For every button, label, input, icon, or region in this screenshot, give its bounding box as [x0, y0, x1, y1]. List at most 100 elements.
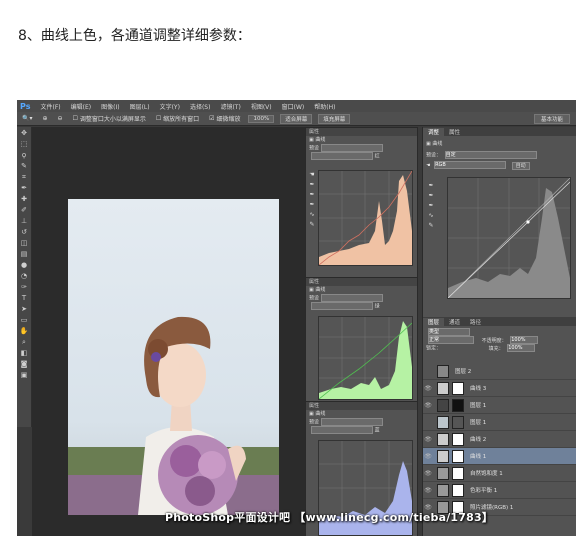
channel-select[interactable] [311, 152, 373, 160]
menu-file[interactable]: 文件(F) [35, 102, 65, 111]
curves-window-title-blue: 属性 [306, 402, 417, 410]
main-curve-tools: ✒ ✒ ✒ ∿ ✎ [427, 181, 435, 231]
visibility-eye-icon[interactable]: 👁 [423, 402, 433, 409]
layer-row[interactable]: 👁 曲线 3 [423, 380, 576, 397]
history-brush-icon[interactable]: ↺ [19, 228, 29, 237]
quick-mask-icon[interactable]: ◙ [19, 360, 29, 369]
quick-select-tool-icon[interactable]: ✎ [19, 162, 29, 171]
eyedropper-white-icon[interactable]: ✒ [308, 200, 316, 210]
layer-row[interactable]: 图层 2 [423, 363, 576, 380]
curve-graph-rgb[interactable] [447, 177, 571, 299]
menu-layer[interactable]: 图层(L) [125, 102, 155, 111]
layer-row-selected[interactable]: 👁 曲线 1 [423, 448, 576, 465]
curve-point-main-icon[interactable]: ∿ [427, 211, 435, 221]
channel-select-green[interactable] [311, 302, 373, 310]
opacity-input[interactable]: 100% [510, 336, 539, 344]
menu-image[interactable]: 图像(I) [96, 102, 124, 111]
menu-edit[interactable]: 编辑(E) [66, 102, 96, 111]
layer-name: 曲线 2 [470, 437, 487, 443]
document-canvas[interactable] [32, 127, 305, 536]
eraser-tool-icon[interactable]: ◫ [19, 239, 29, 248]
layer-thumbnail [437, 432, 449, 446]
layer-row[interactable]: 👁 图层 1 [423, 397, 576, 414]
preset-select[interactable] [321, 144, 384, 152]
visibility-eye-icon[interactable]: 👁 [423, 385, 433, 392]
menu-help[interactable]: 帮助(H) [309, 102, 340, 111]
move-tool-icon[interactable]: ✥ [19, 129, 29, 138]
curve-tools: ☚ ✒ ✒ ✒ ∿ ✎ [308, 170, 316, 230]
menu-view[interactable]: 视图(V) [246, 102, 277, 111]
layer-row[interactable]: 👁 曲线 2 [423, 431, 576, 448]
preset-select-green[interactable] [321, 294, 384, 302]
visibility-eye-icon[interactable]: 👁 [423, 436, 433, 443]
tab-paths[interactable]: 路径 [465, 318, 486, 326]
zoom-100-button[interactable]: 100% [248, 114, 275, 123]
visibility-eye-icon[interactable]: 👁 [423, 487, 433, 494]
preset-label-main: 预设： [426, 152, 442, 159]
layer-row[interactable]: 👁 自然饱和度 1 [423, 465, 576, 482]
tab-channels[interactable]: 通道 [444, 318, 465, 326]
dodge-tool-icon[interactable]: ◔ [19, 272, 29, 281]
layer-row[interactable]: 图层 1 [423, 414, 576, 431]
type-tool-icon[interactable]: T [19, 294, 29, 303]
pencil-main-icon[interactable]: ✎ [427, 221, 435, 231]
scrubby-zoom-checkbox[interactable]: ☑ 细微缩放 [204, 114, 245, 123]
curve-graph-green[interactable] [318, 316, 413, 400]
path-select-icon[interactable]: ➤ [19, 305, 29, 314]
layer-row[interactable]: 👁 色彩平衡 1 [423, 482, 576, 499]
visibility-eye-icon[interactable]: 👁 [423, 470, 433, 477]
tab-adjustments[interactable]: 调整 [423, 127, 445, 136]
shape-tool-icon[interactable]: ▭ [19, 316, 29, 325]
layer-thumbnail [437, 381, 449, 395]
hand-adjust-main-icon[interactable]: ☚ [426, 163, 430, 169]
zoom-tool-icon[interactable]: ⌕ [19, 338, 29, 347]
eyedropper-black-main-icon[interactable]: ✒ [427, 181, 435, 191]
resize-windows-checkbox[interactable]: ☐ 调整窗口大小以满屏显示 [68, 114, 151, 123]
channel-select-blue[interactable] [311, 426, 373, 434]
blur-tool-icon[interactable]: ● [19, 261, 29, 270]
pencil-icon[interactable]: ✎ [308, 220, 316, 230]
color-swatch-icon[interactable]: ◧ [19, 349, 29, 358]
fill-screen-button[interactable]: 填充屏幕 [318, 113, 351, 124]
menu-select[interactable]: 选择(S) [185, 102, 216, 111]
brush-tool-icon[interactable]: ✐ [19, 206, 29, 215]
pen-tool-icon[interactable]: ✑ [19, 283, 29, 292]
zoom-out-icon[interactable]: ⊖ [53, 115, 68, 122]
tab-properties[interactable]: 属性 [444, 128, 465, 136]
menu-type[interactable]: 文字(Y) [155, 102, 185, 111]
fill-input[interactable]: 100% [507, 344, 536, 352]
eyedropper-black-icon[interactable]: ✒ [308, 180, 316, 190]
auto-button[interactable]: 自动 [511, 161, 530, 170]
layer-kind-select[interactable]: 类型 [428, 328, 470, 336]
eyedropper-tool-icon[interactable]: ✒ [19, 184, 29, 193]
healing-tool-icon[interactable]: ✚ [19, 195, 29, 204]
hand-tool-icon[interactable]: ✋ [19, 327, 29, 336]
eyedropper-gray-icon[interactable]: ✒ [308, 190, 316, 200]
marquee-tool-icon[interactable]: ⬚ [19, 140, 29, 149]
gradient-tool-icon[interactable]: ▤ [19, 250, 29, 259]
zoom-all-checkbox[interactable]: ☐ 缩放所有窗口 [151, 114, 204, 123]
zoom-in-icon[interactable]: ⊕ [37, 115, 52, 122]
curve-graph-red[interactable] [318, 170, 413, 266]
channel-select-main[interactable]: RGB [434, 161, 507, 169]
visibility-eye-icon[interactable]: 👁 [423, 453, 433, 460]
menu-window[interactable]: 窗口(W) [277, 102, 310, 111]
tab-layers[interactable]: 图层 [423, 317, 445, 326]
preset-select-blue[interactable] [321, 418, 384, 426]
eyedropper-gray-main-icon[interactable]: ✒ [427, 191, 435, 201]
stamp-tool-icon[interactable]: ⊥ [19, 217, 29, 226]
blend-mode-select[interactable]: 正常 [428, 336, 474, 344]
curve-point-icon[interactable]: ∿ [308, 210, 316, 220]
menu-filter[interactable]: 滤镜(T) [215, 102, 245, 111]
panel-tabs: 调整 属性 [423, 127, 576, 136]
fit-screen-button[interactable]: 适合屏幕 [280, 113, 313, 124]
screen-mode-icon[interactable]: ▣ [19, 371, 29, 380]
layer-name: 色彩平衡 1 [470, 488, 498, 494]
eyedropper-white-main-icon[interactable]: ✒ [427, 201, 435, 211]
lasso-tool-icon[interactable]: ϙ [19, 151, 29, 160]
hand-adjust-icon[interactable]: ☚ [308, 170, 316, 180]
workspace-select[interactable]: 基本功能 [533, 114, 570, 124]
zoom-tool-icon[interactable]: 🔍▾ [17, 115, 37, 122]
crop-tool-icon[interactable]: ⌗ [19, 173, 29, 182]
preset-select-main[interactable]: 自定 [444, 151, 537, 159]
